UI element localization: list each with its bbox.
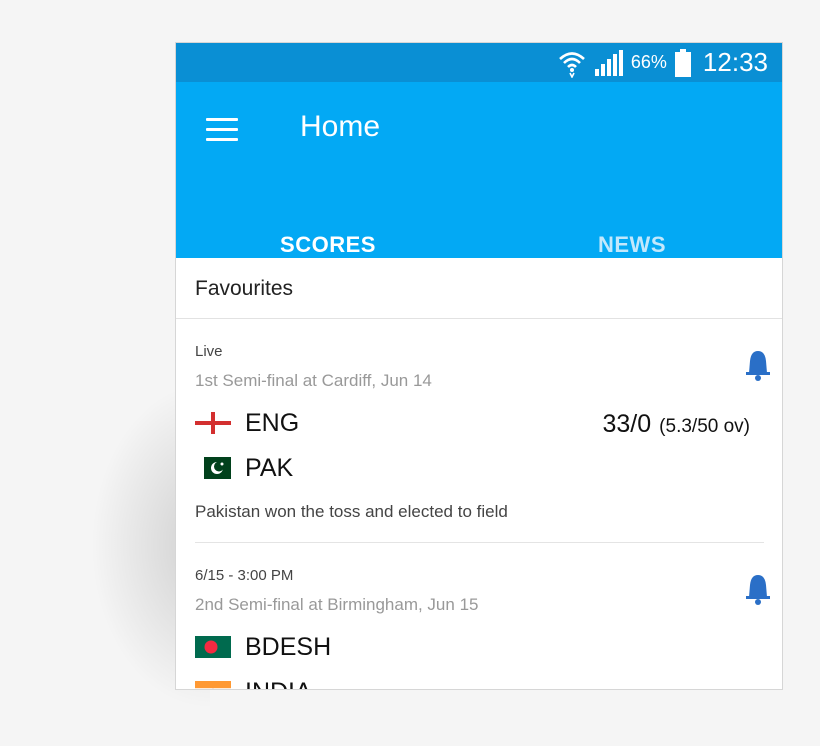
- pakistan-flag-icon: [195, 457, 231, 479]
- battery-percentage: 66%: [630, 52, 667, 72]
- team-row: ENG: [195, 408, 299, 438]
- score-runs: 33/0: [602, 410, 652, 438]
- team-score: 33/0 (5.3/50 ov): [603, 410, 751, 439]
- bangladesh-flag-icon: [195, 636, 231, 658]
- wifi-icon: [559, 51, 585, 78]
- tab-scores[interactable]: SCORES: [176, 232, 480, 258]
- india-flag-icon: [195, 681, 231, 689]
- bell-icon[interactable]: [746, 349, 770, 381]
- status-icons: 66% 12:33: [557, 43, 768, 82]
- england-flag-icon: [195, 412, 231, 434]
- signal-icon: [594, 49, 623, 76]
- battery-icon: [674, 48, 691, 77]
- match-card[interactable]: 6/15 - 3:00 PM 2nd Semi-final at Birming…: [176, 543, 782, 690]
- match-venue: 2nd Semi-final at Birmingham, Jun 15: [195, 595, 479, 614]
- hamburger-menu-icon[interactable]: [206, 118, 238, 142]
- team-row: BDESH: [195, 632, 331, 662]
- team-name: ENG: [245, 408, 300, 437]
- match-status: 6/15 - 3:00 PM: [195, 567, 294, 584]
- match-status: Live: [195, 343, 223, 360]
- team-name: BDESH: [245, 632, 332, 661]
- phone-screen: 66% 12:33 Home SCORES NEWS Favourites Li…: [175, 42, 783, 690]
- score-overs: (5.3/50 ov): [659, 416, 750, 437]
- favourites-title: Favourites: [195, 277, 294, 300]
- app-bar: Home SCORES NEWS: [176, 82, 782, 297]
- team-name: INDIA: [245, 678, 312, 690]
- favourites-header: Favourites: [176, 258, 782, 319]
- team-name: PAK: [245, 453, 294, 482]
- page-title: Home: [300, 110, 381, 143]
- match-card[interactable]: Live 1st Semi-final at Cardiff, Jun 14 E…: [176, 319, 782, 543]
- tab-news[interactable]: NEWS: [480, 232, 782, 258]
- team-row: INDIA: [195, 677, 312, 690]
- match-venue: 1st Semi-final at Cardiff, Jun 14: [195, 371, 432, 390]
- bell-icon[interactable]: [746, 573, 770, 605]
- team-row: PAK: [195, 453, 293, 483]
- match-result-text: Pakistan won the toss and elected to fie…: [195, 502, 508, 521]
- status-bar: 66% 12:33: [176, 43, 782, 82]
- clock: 12:33: [702, 47, 768, 77]
